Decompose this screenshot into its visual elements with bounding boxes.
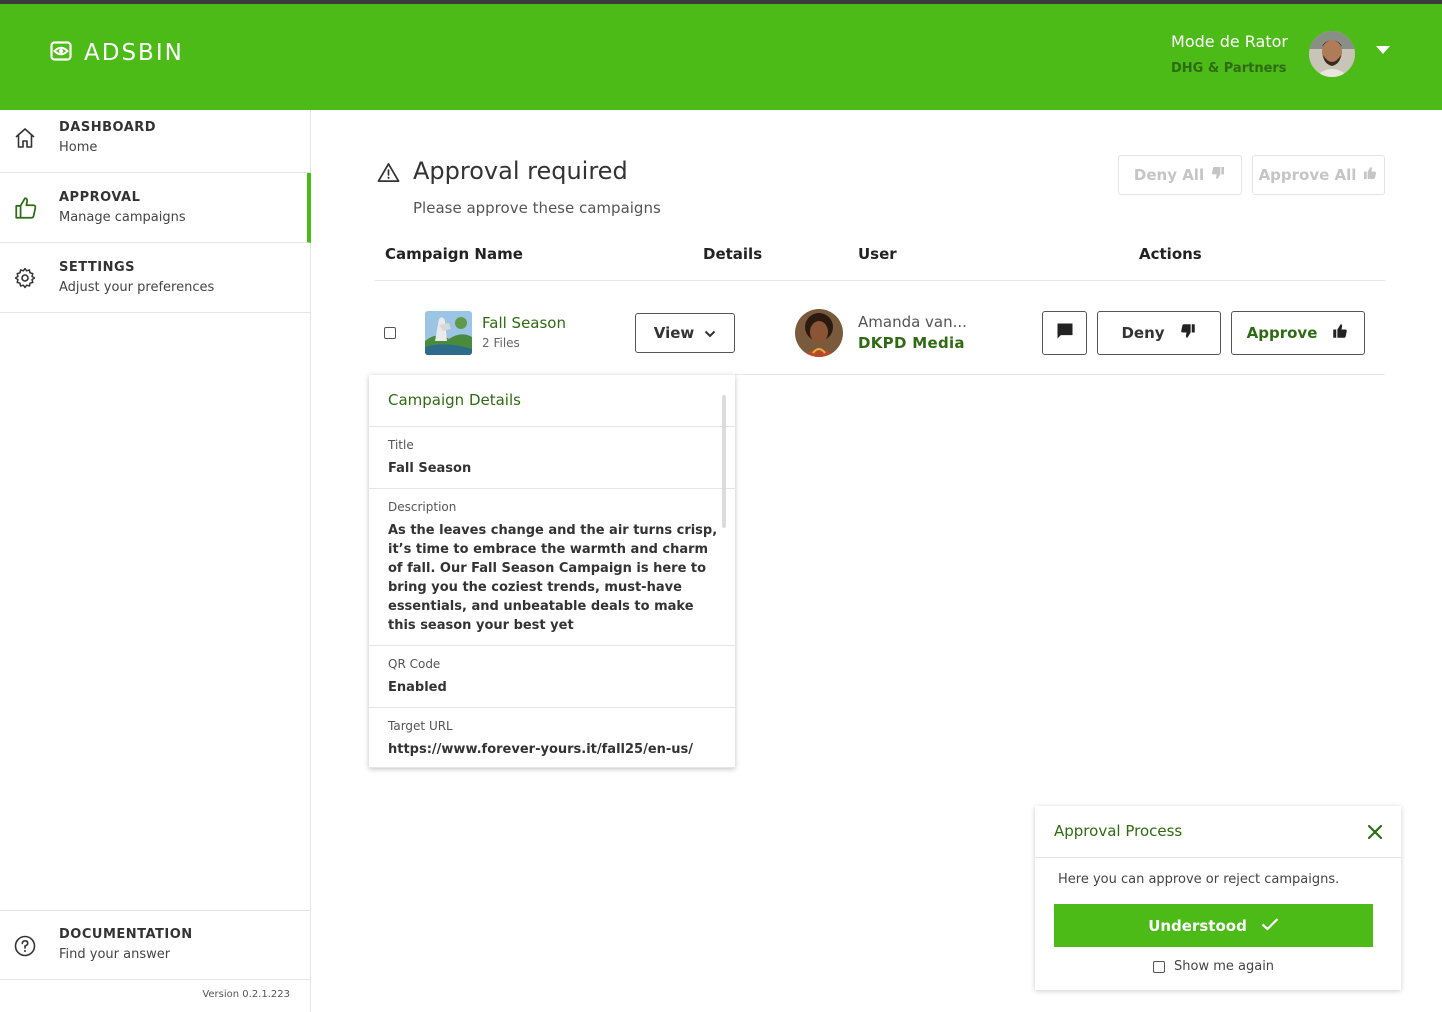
- sidebar-item-settings[interactable]: SETTINGS Adjust your preferences: [0, 243, 311, 313]
- detail-value: Enabled: [388, 680, 447, 695]
- sidebar: DASHBOARD Home APPROVAL Manage campaigns…: [0, 110, 311, 1012]
- checkmark-icon: [1261, 917, 1279, 935]
- row-divider: [735, 374, 1385, 375]
- logo-text: ADSBIN: [84, 40, 184, 66]
- thumbs-up-icon: [13, 195, 39, 225]
- dropdown-heading: Campaign Details: [369, 375, 735, 427]
- toast-title: Approval Process: [1054, 822, 1183, 840]
- campaign-details-dropdown: Campaign Details Title Fall Season Descr…: [369, 375, 735, 768]
- campaign-file-count: 2 Files: [482, 336, 520, 350]
- user-avatar: [795, 309, 843, 357]
- sidebar-item-title: DOCUMENTATION: [59, 927, 193, 942]
- view-details-button[interactable]: View: [635, 313, 735, 353]
- thumbs-down-icon: [1210, 165, 1226, 185]
- gear-icon: [13, 266, 37, 294]
- deny-all-button[interactable]: Deny All: [1118, 155, 1242, 195]
- thumbs-down-icon: [1179, 322, 1197, 344]
- approve-all-button[interactable]: Approve All: [1252, 155, 1385, 195]
- home-icon: [13, 126, 37, 154]
- thumbs-up-icon: [1362, 165, 1378, 185]
- sidebar-item-title: APPROVAL: [59, 190, 141, 205]
- close-icon[interactable]: [1367, 824, 1383, 844]
- toast-body: Here you can approve or reject campaigns…: [1058, 872, 1340, 887]
- sidebar-item-subtitle: Find your answer: [59, 947, 171, 962]
- detail-label: Title: [388, 438, 414, 452]
- show-again-checkbox[interactable]: [1153, 960, 1165, 973]
- sidebar-item-title: DASHBOARD: [59, 120, 157, 135]
- show-again-option[interactable]: Show me again: [1153, 959, 1274, 974]
- detail-value[interactable]: https://www.forever-yours.it/fall25/en-u…: [388, 740, 716, 759]
- column-header-details: Details: [703, 245, 763, 263]
- user-org: DHG & Partners: [1171, 61, 1287, 76]
- approve-label: Approve: [1246, 324, 1318, 342]
- eye-logo-icon: [50, 41, 72, 65]
- approve-button[interactable]: Approve: [1231, 311, 1365, 355]
- show-again-label: Show me again: [1174, 959, 1275, 974]
- detail-field-qr-code: QR Code Enabled: [369, 646, 735, 708]
- sidebar-item-title: SETTINGS: [59, 260, 136, 275]
- approve-all-label: Approve All: [1258, 166, 1357, 184]
- user-org: DKPD Media: [858, 334, 965, 352]
- detail-value: As the leaves change and the air turns c…: [388, 523, 718, 633]
- detail-label: Target URL: [388, 719, 453, 733]
- detail-field-title: Title Fall Season: [369, 427, 735, 489]
- column-header-actions: Actions: [1139, 245, 1202, 263]
- detail-label: QR Code: [388, 657, 441, 671]
- user-name: Mode de Rator: [1171, 32, 1288, 51]
- version-label: Version 0.2.1.223: [202, 989, 290, 1000]
- campaign-thumbnail: [425, 311, 472, 355]
- sidebar-item-subtitle: Manage campaigns: [59, 210, 186, 225]
- warning-icon: [377, 162, 400, 187]
- comment-icon: [1055, 321, 1075, 345]
- campaign-name-link[interactable]: Fall Season: [482, 314, 566, 332]
- user-name: Amanda van...: [858, 313, 967, 331]
- header-divider: [375, 280, 1385, 281]
- detail-field-target-url: Target URL https://www.forever-yours.it/…: [369, 708, 735, 768]
- sidebar-item-approval[interactable]: APPROVAL Manage campaigns: [0, 173, 311, 243]
- sidebar-item-dashboard[interactable]: DASHBOARD Home: [0, 110, 311, 173]
- detail-value: Fall Season: [388, 461, 472, 476]
- view-label: View: [653, 324, 695, 342]
- row-checkbox[interactable]: [384, 327, 396, 339]
- dropdown-notch: [716, 361, 734, 375]
- page-title: Approval required: [413, 157, 628, 185]
- user-avatar[interactable]: [1309, 31, 1355, 77]
- app-header: ADSBIN Mode de Rator DHG & Partners: [0, 4, 1442, 110]
- logo[interactable]: ADSBIN: [50, 40, 184, 66]
- sidebar-item-documentation[interactable]: DOCUMENTATION Find your answer: [0, 910, 311, 980]
- approval-process-toast: Approval Process Here you can approve or…: [1035, 806, 1401, 990]
- detail-field-description: Description As the leaves change and the…: [369, 489, 735, 646]
- user-menu-chevron-down-icon[interactable]: [1376, 46, 1390, 54]
- deny-label: Deny: [1121, 324, 1165, 342]
- column-header-campaign-name: Campaign Name: [385, 245, 523, 263]
- thumbs-up-icon: [1331, 322, 1349, 344]
- page-subtitle: Please approve these campaigns: [413, 199, 661, 217]
- chevron-down-icon: [704, 324, 716, 342]
- column-header-user: User: [858, 245, 897, 263]
- deny-button[interactable]: Deny: [1097, 311, 1221, 355]
- help-icon: [13, 934, 37, 962]
- understood-button[interactable]: Understood: [1054, 904, 1373, 947]
- comment-button[interactable]: [1042, 311, 1087, 355]
- sidebar-item-subtitle: Adjust your preferences: [59, 280, 215, 295]
- toast-header: Approval Process: [1035, 806, 1401, 858]
- user-info[interactable]: Mode de Rator DHG & Partners: [1171, 32, 1288, 76]
- deny-all-label: Deny All: [1133, 166, 1205, 184]
- sidebar-item-subtitle: Home: [59, 140, 98, 155]
- dropdown-scrollbar[interactable]: [722, 395, 726, 528]
- understood-label: Understood: [1148, 916, 1247, 935]
- detail-label: Description: [388, 500, 457, 514]
